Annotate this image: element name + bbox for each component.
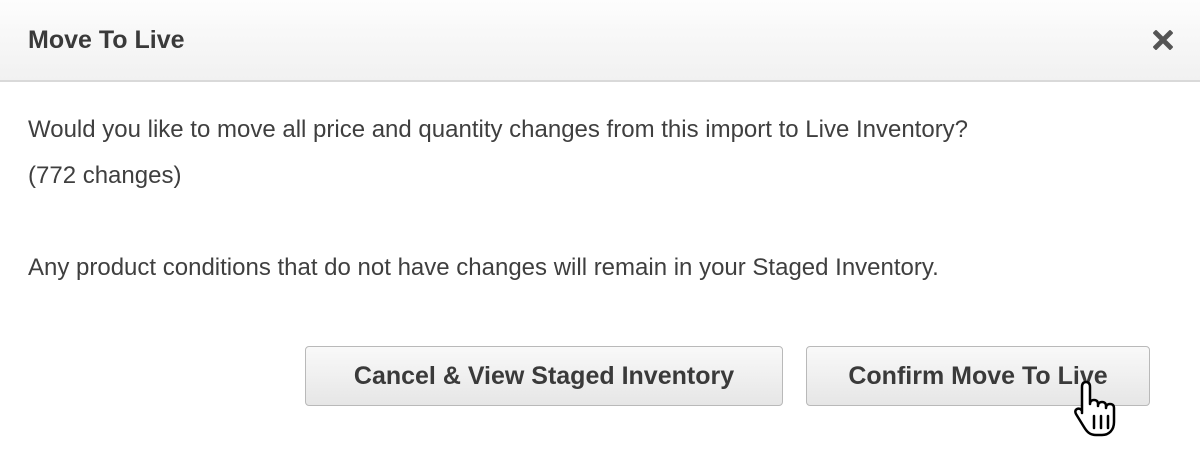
dialog-title: Move To Live xyxy=(28,26,185,54)
move-to-live-dialog: Move To Live Would you like to move all … xyxy=(0,0,1200,455)
close-icon[interactable] xyxy=(1145,22,1181,58)
dialog-message-question: Would you like to move all price and qua… xyxy=(28,116,969,143)
confirm-move-to-live-button[interactable]: Confirm Move To Live xyxy=(806,346,1150,406)
cancel-view-staged-button[interactable]: Cancel & View Staged Inventory xyxy=(305,346,783,406)
dialog-message-note: Any product conditions that do not have … xyxy=(28,254,939,281)
dialog-message-change-count: (772 changes) xyxy=(28,162,182,189)
dialog-header: Move To Live xyxy=(0,0,1200,82)
